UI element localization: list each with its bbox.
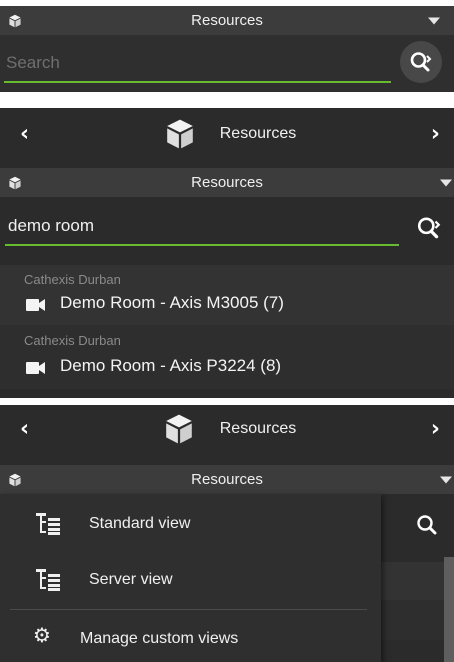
- result-item[interactable]: Cathexis Durban Demo Room - Axis P3224 (…: [0, 325, 454, 389]
- caret-down-icon[interactable]: [440, 179, 452, 186]
- nav-bar: ‹ Resources ›: [0, 108, 454, 160]
- cube-icon: [166, 414, 192, 444]
- cube-icon: [9, 473, 21, 486]
- chevron-left-icon[interactable]: ‹: [20, 122, 29, 147]
- search-row: [0, 35, 454, 92]
- search-input[interactable]: [8, 214, 388, 238]
- chevron-right-icon[interactable]: ›: [431, 122, 440, 147]
- cube-icon: [167, 119, 193, 149]
- nav-bar: ‹ Resources ›: [0, 405, 454, 453]
- resources-title: Resources: [191, 12, 263, 29]
- nav-title: Resources: [219, 420, 297, 437]
- search-underline: [4, 81, 391, 83]
- search-input[interactable]: [6, 51, 386, 75]
- caret-down-icon[interactable]: [440, 476, 452, 483]
- result-item[interactable]: Cathexis Durban Demo Room - Axis M3005 (…: [0, 265, 454, 325]
- menu-divider: [10, 609, 367, 610]
- result-name: Demo Room - Axis P3224 (8): [60, 356, 282, 375]
- result-name: Demo Room - Axis M3005 (7): [60, 293, 284, 312]
- result-site: Cathexis Durban: [24, 272, 121, 287]
- tree-view-icon: [36, 569, 60, 591]
- scrollbar[interactable]: [444, 557, 454, 662]
- nav-title: Resources: [219, 125, 297, 142]
- result-site: Cathexis Durban: [24, 333, 121, 348]
- camera-icon: [26, 299, 45, 311]
- resources-panel-collapsed: Resources: [0, 6, 454, 92]
- chevron-left-icon[interactable]: ‹: [20, 417, 29, 442]
- tree-view-icon: [36, 513, 60, 535]
- cube-icon: [9, 176, 21, 189]
- search-button[interactable]: [412, 211, 446, 245]
- chevron-right-icon[interactable]: ›: [431, 417, 440, 442]
- camera-icon: [26, 362, 45, 374]
- menu-item-manage-custom-views[interactable]: ⚙ Manage custom views: [0, 611, 381, 662]
- resources-header[interactable]: Resources: [0, 465, 454, 494]
- view-menu: Standard view Server view ⚙ Manage custo…: [0, 494, 381, 662]
- menu-item-label: Standard view: [89, 515, 191, 532]
- search-row: [0, 197, 454, 261]
- search-icon: [417, 515, 437, 535]
- menu-item-standard-view[interactable]: Standard view: [0, 496, 381, 552]
- search-button[interactable]: [400, 41, 442, 83]
- menu-item-label: Server view: [89, 571, 173, 588]
- search-icon: [410, 52, 432, 72]
- search-button[interactable]: [410, 508, 444, 542]
- resources-title: Resources: [191, 174, 263, 191]
- gear-icon: ⚙: [33, 623, 51, 647]
- menu-item-server-view[interactable]: Server view: [0, 552, 381, 608]
- caret-down-icon[interactable]: [428, 17, 440, 24]
- search-icon: [417, 217, 441, 239]
- search-underline: [5, 244, 399, 246]
- resources-panel-search-results: ‹ Resources › Resources Cathexis Durba: [0, 108, 454, 398]
- menu-item-label: Manage custom views: [80, 630, 239, 647]
- cube-icon: [9, 14, 21, 27]
- resources-header[interactable]: Resources: [0, 168, 454, 197]
- resources-title: Resources: [191, 471, 263, 488]
- resources-panel-view-menu: ‹ Resources › Resources Standard view Se…: [0, 405, 454, 662]
- resources-header[interactable]: Resources: [0, 6, 454, 35]
